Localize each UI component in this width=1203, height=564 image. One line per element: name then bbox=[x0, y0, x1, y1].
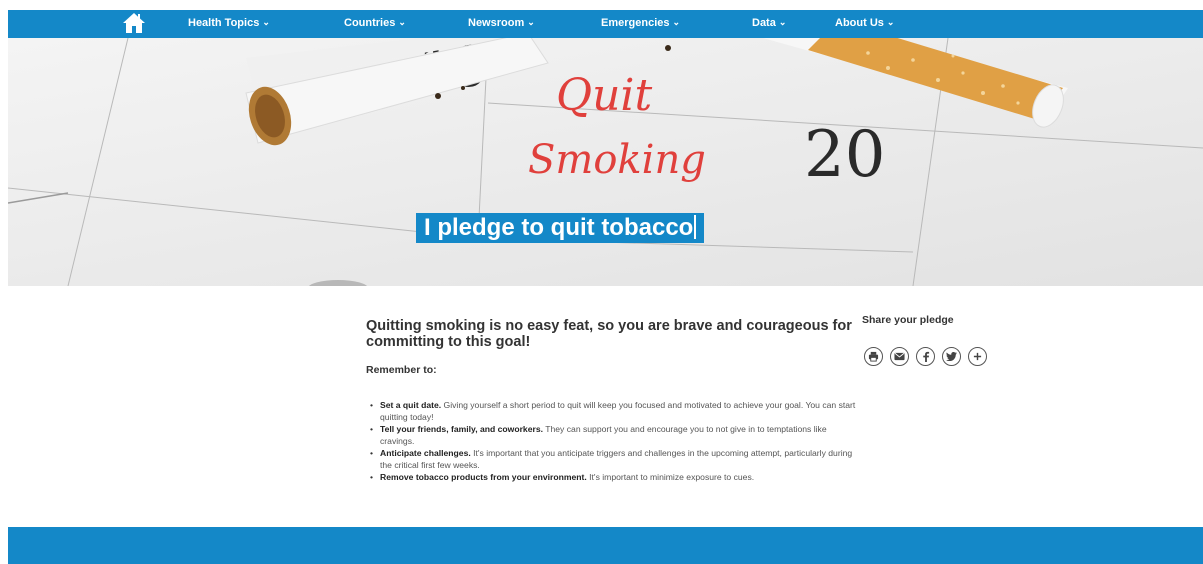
remember-heading: Remember to: bbox=[366, 364, 437, 376]
article-content: Quitting smoking is no easy feat, so you… bbox=[366, 318, 856, 483]
footer-band bbox=[8, 527, 1203, 564]
text-cursor bbox=[694, 215, 697, 239]
share-panel: Share your pledge bbox=[862, 314, 987, 366]
nav-label: Countries bbox=[344, 17, 396, 29]
tip-text: It's important to minimize exposure to c… bbox=[586, 472, 755, 482]
facebook-icon[interactable] bbox=[916, 347, 935, 366]
chevron-down-icon: ⌄ bbox=[527, 17, 535, 27]
chevron-down-icon: ⌄ bbox=[778, 17, 787, 27]
pledge-title: I pledge to quit tobacco bbox=[416, 213, 705, 243]
tip-bold: Set a quit date. bbox=[380, 400, 442, 410]
cigarette-left bbox=[245, 38, 549, 146]
tip-bold: Anticipate challenges. bbox=[380, 448, 471, 458]
hero-image: 19 20 Quit Smoking bbox=[8, 38, 1203, 286]
nav-label: Health Topics bbox=[188, 17, 260, 29]
list-item: Remove tobacco products from your enviro… bbox=[366, 471, 856, 483]
nav-emergencies[interactable]: Emergencies ⌄ bbox=[601, 17, 680, 29]
article-headline: Quitting smoking is no easy feat, so you… bbox=[366, 318, 852, 350]
day-number: 20 bbox=[804, 118, 885, 192]
handwriting-quit: Quit bbox=[556, 70, 652, 121]
handwriting-smoking: Smoking bbox=[528, 137, 706, 183]
tip-bold: Remove tobacco products from your enviro… bbox=[380, 472, 587, 482]
chevron-down-icon: ⌄ bbox=[262, 17, 270, 27]
top-navigation: Health Topics ⌄ Countries ⌄ Newsroom ⌄ Emer… bbox=[8, 10, 1203, 38]
chevron-down-icon: ⌄ bbox=[672, 17, 681, 27]
list-item: Tell your friends, family, and coworkers… bbox=[366, 423, 856, 447]
chevron-down-icon: ⌄ bbox=[398, 17, 406, 27]
nav-label: About Us bbox=[835, 17, 884, 29]
nav-label: Data bbox=[752, 17, 776, 29]
tips-list: Set a quit date. Giving yourself a short… bbox=[366, 399, 856, 483]
twitter-icon[interactable] bbox=[942, 347, 961, 366]
print-icon[interactable] bbox=[864, 347, 883, 366]
pledge-text: I pledge to quit tobacco bbox=[424, 214, 694, 241]
list-item: Set a quit date. Giving yourself a short… bbox=[366, 399, 856, 423]
page: Health Topics ⌄ Countries ⌄ Newsroom ⌄ Emer… bbox=[8, 10, 1203, 564]
tip-bold: Tell your friends, family, and coworkers… bbox=[380, 424, 544, 434]
tip-text: Giving yourself a short period to quit w… bbox=[380, 400, 856, 422]
plus-icon[interactable] bbox=[968, 347, 987, 366]
share-icons bbox=[862, 347, 992, 367]
nav-about-us[interactable]: About Us ⌄ bbox=[835, 17, 894, 29]
home-icon[interactable] bbox=[122, 12, 146, 34]
nav-newsroom[interactable]: Newsroom ⌄ bbox=[468, 17, 535, 29]
hero-banner: 19 20 Quit Smoking bbox=[8, 38, 1203, 286]
chevron-down-icon: ⌄ bbox=[886, 17, 895, 27]
nav-health-topics[interactable]: Health Topics ⌄ bbox=[188, 17, 270, 29]
nav-label: Emergencies bbox=[601, 17, 670, 29]
share-title: Share your pledge bbox=[862, 314, 954, 326]
nav-countries[interactable]: Countries ⌄ bbox=[344, 17, 406, 29]
email-icon[interactable] bbox=[890, 347, 909, 366]
nav-label: Newsroom bbox=[468, 17, 525, 29]
list-item: Anticipate challenges. It's important th… bbox=[366, 447, 856, 471]
nav-data[interactable]: Data ⌄ bbox=[752, 17, 786, 29]
